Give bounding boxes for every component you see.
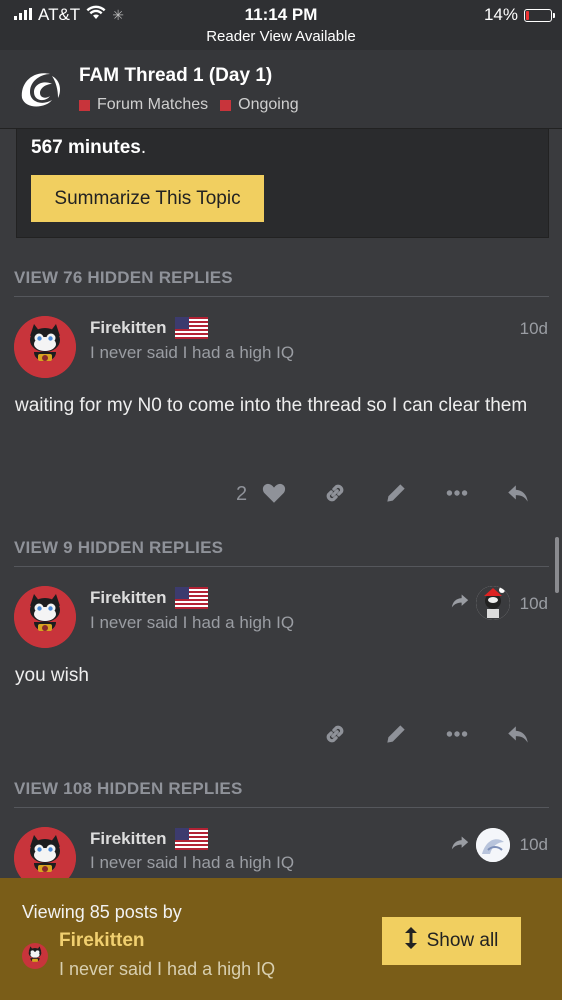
post-user-title: I never said I had a high IQ	[90, 343, 295, 362]
category-badge-icon	[79, 99, 90, 111]
divider	[14, 566, 549, 567]
filter-user-title: I never said I had a high IQ	[59, 959, 276, 979]
reply-button[interactable]	[501, 480, 535, 510]
reader-view-label[interactable]: Reader View Available	[0, 28, 562, 45]
post-user-title: I never said I had a high IQ	[90, 613, 295, 632]
scrollbar[interactable]	[555, 537, 559, 593]
edit-button[interactable]	[379, 480, 413, 510]
us-flag-icon	[174, 317, 208, 339]
topic-summary-box: 567 minutes. Summarize This Topic	[16, 128, 549, 238]
post-body: you wish	[15, 665, 89, 686]
category-label: Ongoing	[238, 96, 299, 113]
more-actions-button[interactable]	[440, 721, 474, 751]
heart-icon	[261, 480, 287, 511]
link-icon	[322, 721, 348, 752]
reply-icon	[505, 480, 531, 511]
view-hidden-replies-link[interactable]: VIEW 76 HIDDEN REPLIES	[14, 268, 233, 288]
view-hidden-replies-link[interactable]: VIEW 108 HIDDEN REPLIES	[14, 779, 243, 799]
post-username[interactable]: Firekitten	[90, 587, 208, 609]
summarize-topic-button[interactable]: Summarize This Topic	[31, 175, 264, 222]
link-icon	[322, 480, 348, 511]
reply-to-avatar	[476, 586, 510, 620]
reply-button[interactable]	[501, 721, 535, 751]
summary-read-time: 567 minutes.	[31, 137, 147, 158]
share-arrow-icon	[450, 592, 470, 615]
topic-header: FAM Thread 1 (Day 1) Forum Matches Ongoi…	[0, 50, 562, 129]
show-all-button[interactable]: Show all	[382, 917, 521, 965]
filter-username[interactable]: Firekitten	[59, 930, 145, 952]
reply-to-indicator[interactable]	[450, 828, 510, 862]
avatar[interactable]	[14, 586, 76, 648]
clock: 11:14 PM	[244, 5, 318, 24]
site-logo[interactable]	[12, 62, 68, 118]
topic-categories: Forum Matches Ongoing	[79, 96, 299, 114]
pencil-icon	[383, 721, 409, 752]
post-username[interactable]: Firekitten	[90, 317, 208, 339]
status-bar: AT&T ✳ 11:14 PM Reader View Available 14…	[0, 0, 562, 50]
post-age[interactable]: 10d	[520, 835, 548, 855]
share-arrow-icon	[450, 834, 470, 857]
pencil-icon	[383, 480, 409, 511]
like-button[interactable]	[257, 480, 291, 510]
divider	[14, 807, 549, 808]
show-all-label: Show all	[426, 930, 499, 951]
copy-link-button[interactable]	[318, 721, 352, 751]
post-body: waiting for my N0 to come into the threa…	[15, 395, 528, 416]
viewing-posts-text: Viewing 85 posts by	[22, 902, 182, 922]
expand-vertical-icon	[404, 927, 417, 955]
category-forum-matches[interactable]: Forum Matches	[79, 96, 208, 114]
user-filter-bar: Viewing 85 posts by Firekitten I never s…	[0, 878, 562, 1000]
avatar[interactable]	[14, 316, 76, 378]
post-age[interactable]: 10d	[520, 319, 548, 339]
category-ongoing[interactable]: Ongoing	[220, 96, 299, 114]
ellipsis-icon	[444, 480, 470, 511]
reply-icon	[505, 721, 531, 752]
category-badge-icon	[220, 99, 232, 111]
post-user-title: I never said I had a high IQ	[90, 853, 295, 872]
divider	[14, 296, 549, 297]
battery-percent: 14%	[483, 5, 518, 24]
like-count[interactable]: 2	[236, 483, 247, 506]
battery-icon	[524, 8, 555, 22]
edit-button[interactable]	[379, 721, 413, 751]
ellipsis-icon	[444, 721, 470, 752]
category-label: Forum Matches	[97, 96, 209, 113]
copy-link-button[interactable]	[318, 480, 352, 510]
reply-to-avatar	[476, 828, 510, 862]
more-actions-button[interactable]	[440, 480, 474, 510]
reply-to-indicator[interactable]	[450, 586, 510, 620]
view-hidden-replies-link[interactable]: VIEW 9 HIDDEN REPLIES	[14, 538, 223, 558]
us-flag-icon	[174, 828, 208, 850]
us-flag-icon	[174, 587, 208, 609]
post-username[interactable]: Firekitten	[90, 828, 208, 850]
post-age[interactable]: 10d	[520, 594, 548, 614]
filter-user-avatar[interactable]	[22, 943, 48, 974]
topic-title[interactable]: FAM Thread 1 (Day 1)	[79, 65, 272, 87]
status-right: 14%	[483, 5, 555, 25]
